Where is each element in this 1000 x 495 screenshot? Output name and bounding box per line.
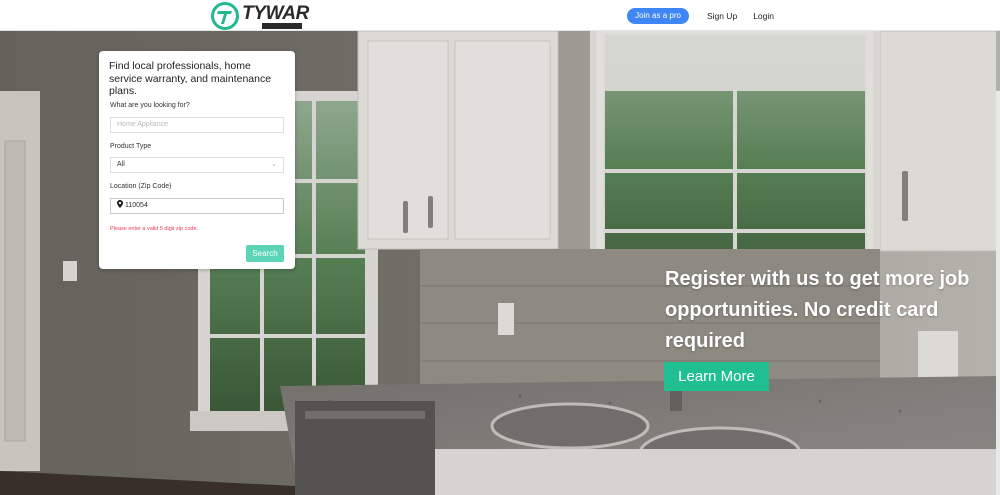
- product-type-value: All: [117, 161, 125, 168]
- learn-more-button[interactable]: Learn More: [664, 362, 769, 391]
- scrollbar-thumb[interactable]: [996, 31, 1000, 91]
- chevron-down-icon: ⌄: [271, 161, 277, 168]
- looking-for-input[interactable]: Home Appliance: [110, 117, 284, 133]
- site-header: TYWAR Join as a pro Sign Up Login: [0, 0, 1000, 31]
- looking-for-placeholder: Home Appliance: [117, 121, 168, 128]
- join-as-pro-button[interactable]: Join as a pro: [627, 8, 689, 24]
- zip-error-message: Please enter a valid 5 digit zip code.: [110, 226, 199, 232]
- login-link[interactable]: Login: [753, 8, 774, 24]
- tywar-logo[interactable]: TYWAR: [210, 2, 309, 30]
- header-nav: Join as a pro Sign Up Login: [627, 8, 782, 24]
- page-scrollbar[interactable]: [996, 31, 1000, 495]
- location-pin-icon: [117, 200, 123, 208]
- location-label: Location (Zip Code): [110, 183, 172, 190]
- zip-code-input[interactable]: 110054: [110, 198, 284, 214]
- product-type-label: Product Type: [110, 143, 152, 150]
- zip-code-value: 110054: [125, 202, 148, 209]
- cta-headline: Register with us to get more job opportu…: [665, 268, 970, 352]
- search-card-title: Find local professionals, home service w…: [109, 60, 272, 97]
- search-card: Find local professionals, home service w…: [99, 51, 295, 269]
- signup-link[interactable]: Sign Up: [707, 8, 737, 24]
- logo-mark-icon: [211, 2, 239, 30]
- search-button[interactable]: Search: [246, 245, 284, 262]
- logo-text: TYWAR: [242, 4, 309, 29]
- product-type-select[interactable]: All ⌄: [110, 157, 284, 173]
- looking-for-label: What are you looking for?: [110, 102, 190, 109]
- logo-word: TYWAR: [242, 2, 310, 24]
